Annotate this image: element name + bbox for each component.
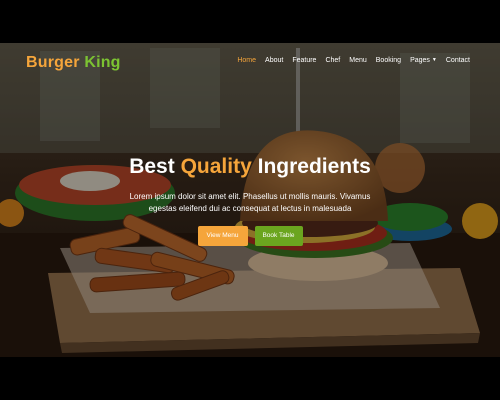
lead-line-2: egestas eleifend dui ac consequat at lec…: [148, 204, 352, 213]
nav-item-menu[interactable]: Menu: [349, 57, 367, 64]
page-viewport: Burger King Home About Feature Chef Menu…: [0, 43, 500, 357]
hero-section: Burger King Home About Feature Chef Menu…: [0, 43, 500, 357]
caret-down-icon: ▼: [431, 57, 437, 64]
navbar: Burger King Home About Feature Chef Menu…: [0, 43, 500, 83]
main-nav: Home About Feature Chef Menu Booking Pag…: [237, 57, 470, 64]
hero-buttons: View Menu Book Table: [0, 226, 500, 246]
hero-headline: Best Quality Ingredients: [0, 155, 500, 179]
hero-lead-text: Lorem ipsum dolor sit amet elit. Phasell…: [120, 191, 380, 215]
book-table-button[interactable]: Book Table: [254, 226, 303, 246]
nav-item-about[interactable]: About: [265, 57, 283, 64]
view-menu-button[interactable]: View Menu: [197, 226, 248, 246]
nav-item-feature[interactable]: Feature: [292, 57, 316, 64]
nav-item-home[interactable]: Home: [237, 57, 256, 64]
nav-item-pages[interactable]: Pages ▼: [410, 57, 437, 64]
nav-item-contact[interactable]: Contact: [446, 57, 470, 64]
headline-word-before: Best: [129, 155, 175, 178]
headline-accent: Quality: [180, 155, 252, 178]
brand-word-2: King: [84, 54, 121, 71]
nav-item-chef[interactable]: Chef: [325, 57, 340, 64]
brand-word-1: Burger: [26, 54, 80, 71]
brand-logo[interactable]: Burger King: [26, 54, 121, 72]
nav-item-booking[interactable]: Booking: [376, 57, 401, 64]
headline-word-after: Ingredients: [257, 155, 371, 178]
lead-line-1: Lorem ipsum dolor sit amet elit. Phasell…: [129, 192, 371, 201]
nav-item-pages-label: Pages: [410, 57, 430, 64]
